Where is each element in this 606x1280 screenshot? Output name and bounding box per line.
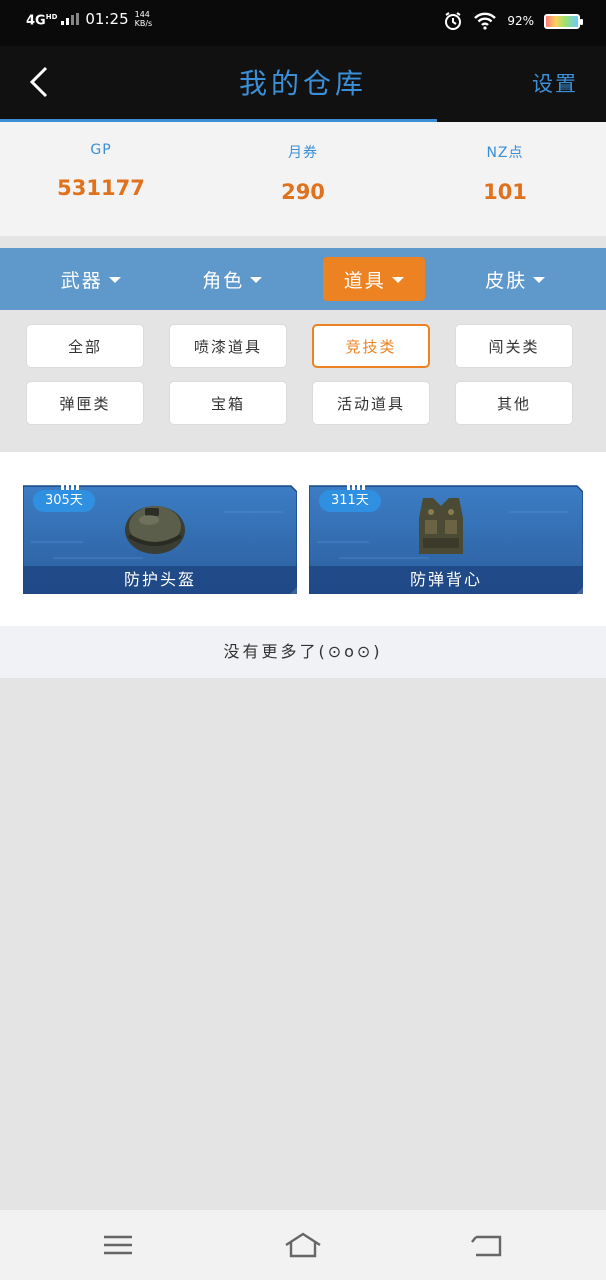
category-tabs: 武器 角色 道具 皮肤: [0, 248, 606, 310]
settings-button[interactable]: 设置: [532, 68, 578, 98]
back-icon[interactable]: [468, 1228, 508, 1262]
page-title: 我的仓库: [238, 67, 367, 100]
status-bar: 4GHD 01:25 144 KB/s 92%: [0, 0, 606, 46]
tab-label: 角色: [202, 269, 245, 292]
item-name: 防弹背心: [309, 566, 583, 594]
filter-chest[interactable]: 宝箱: [169, 381, 287, 425]
filter-panel: 全部 喷漆道具 竞技类 闯关类 弹匣类 宝箱 活动道具 其他: [0, 310, 606, 452]
menu-icon[interactable]: [98, 1228, 138, 1262]
filter-magazine[interactable]: 弹匣类: [26, 381, 144, 425]
duration-badge: 305天: [33, 490, 95, 512]
home-icon[interactable]: [283, 1228, 323, 1262]
caret-down-icon: [391, 277, 404, 283]
filter-all[interactable]: 全部: [26, 324, 144, 368]
filter-other[interactable]: 其他: [455, 381, 573, 425]
tab-label: 武器: [60, 269, 103, 292]
tab-weapons[interactable]: 武器: [40, 257, 142, 301]
tab-characters[interactable]: 角色: [181, 257, 283, 301]
tab-skins[interactable]: 皮肤: [464, 257, 566, 301]
battery-icon: [544, 13, 583, 29]
card-notch: [61, 482, 79, 490]
tab-label: 皮肤: [485, 269, 528, 292]
caret-down-icon: [250, 277, 263, 283]
stat-value: 101: [483, 180, 527, 204]
caret-down-icon: [533, 277, 546, 283]
battery-percent: 92%: [507, 14, 534, 28]
stat-gp: GP 531177: [0, 122, 202, 236]
stat-value: 531177: [57, 176, 145, 200]
stat-nz-points: NZ点 101: [404, 122, 606, 236]
filter-stage[interactable]: 闯关类: [455, 324, 573, 368]
stat-label: NZ点: [486, 145, 524, 161]
filter-event[interactable]: 活动道具: [312, 381, 430, 425]
tab-label: 道具: [343, 269, 386, 292]
stat-label: GP: [90, 142, 112, 158]
item-list: 305天 防护头盔 311天 防弹背心: [0, 452, 606, 626]
wifi-icon: [474, 12, 497, 30]
stat-voucher: 月券 290: [202, 122, 404, 236]
system-nav-bar: [0, 1210, 606, 1280]
duration-badge: 311天: [319, 490, 381, 512]
card-notch: [347, 482, 365, 490]
network-indicator: 4GHD: [26, 12, 58, 29]
alarm-icon: [445, 12, 462, 30]
signal-icon: [61, 13, 80, 25]
net-speed: 144 KB/s: [134, 10, 153, 28]
app-header: 我的仓库 设置: [0, 46, 606, 122]
caret-down-icon: [108, 277, 121, 283]
stat-value: 290: [281, 180, 325, 204]
helmet-icon: [125, 506, 185, 554]
item-card[interactable]: 305天 防护头盔: [23, 482, 297, 594]
clock: 01:25: [85, 10, 129, 28]
item-name: 防护头盔: [23, 566, 297, 594]
end-of-list-text: 没有更多了(⊙o⊙): [0, 626, 606, 678]
filter-spray[interactable]: 喷漆道具: [169, 324, 287, 368]
vest-icon: [419, 498, 463, 554]
currency-stats: GP 531177 月券 290 NZ点 101: [0, 122, 606, 236]
filter-competitive[interactable]: 竞技类: [312, 324, 430, 368]
item-card[interactable]: 311天 防弹背心: [309, 482, 583, 594]
tab-props[interactable]: 道具: [322, 257, 425, 301]
stat-label: 月券: [288, 145, 318, 161]
